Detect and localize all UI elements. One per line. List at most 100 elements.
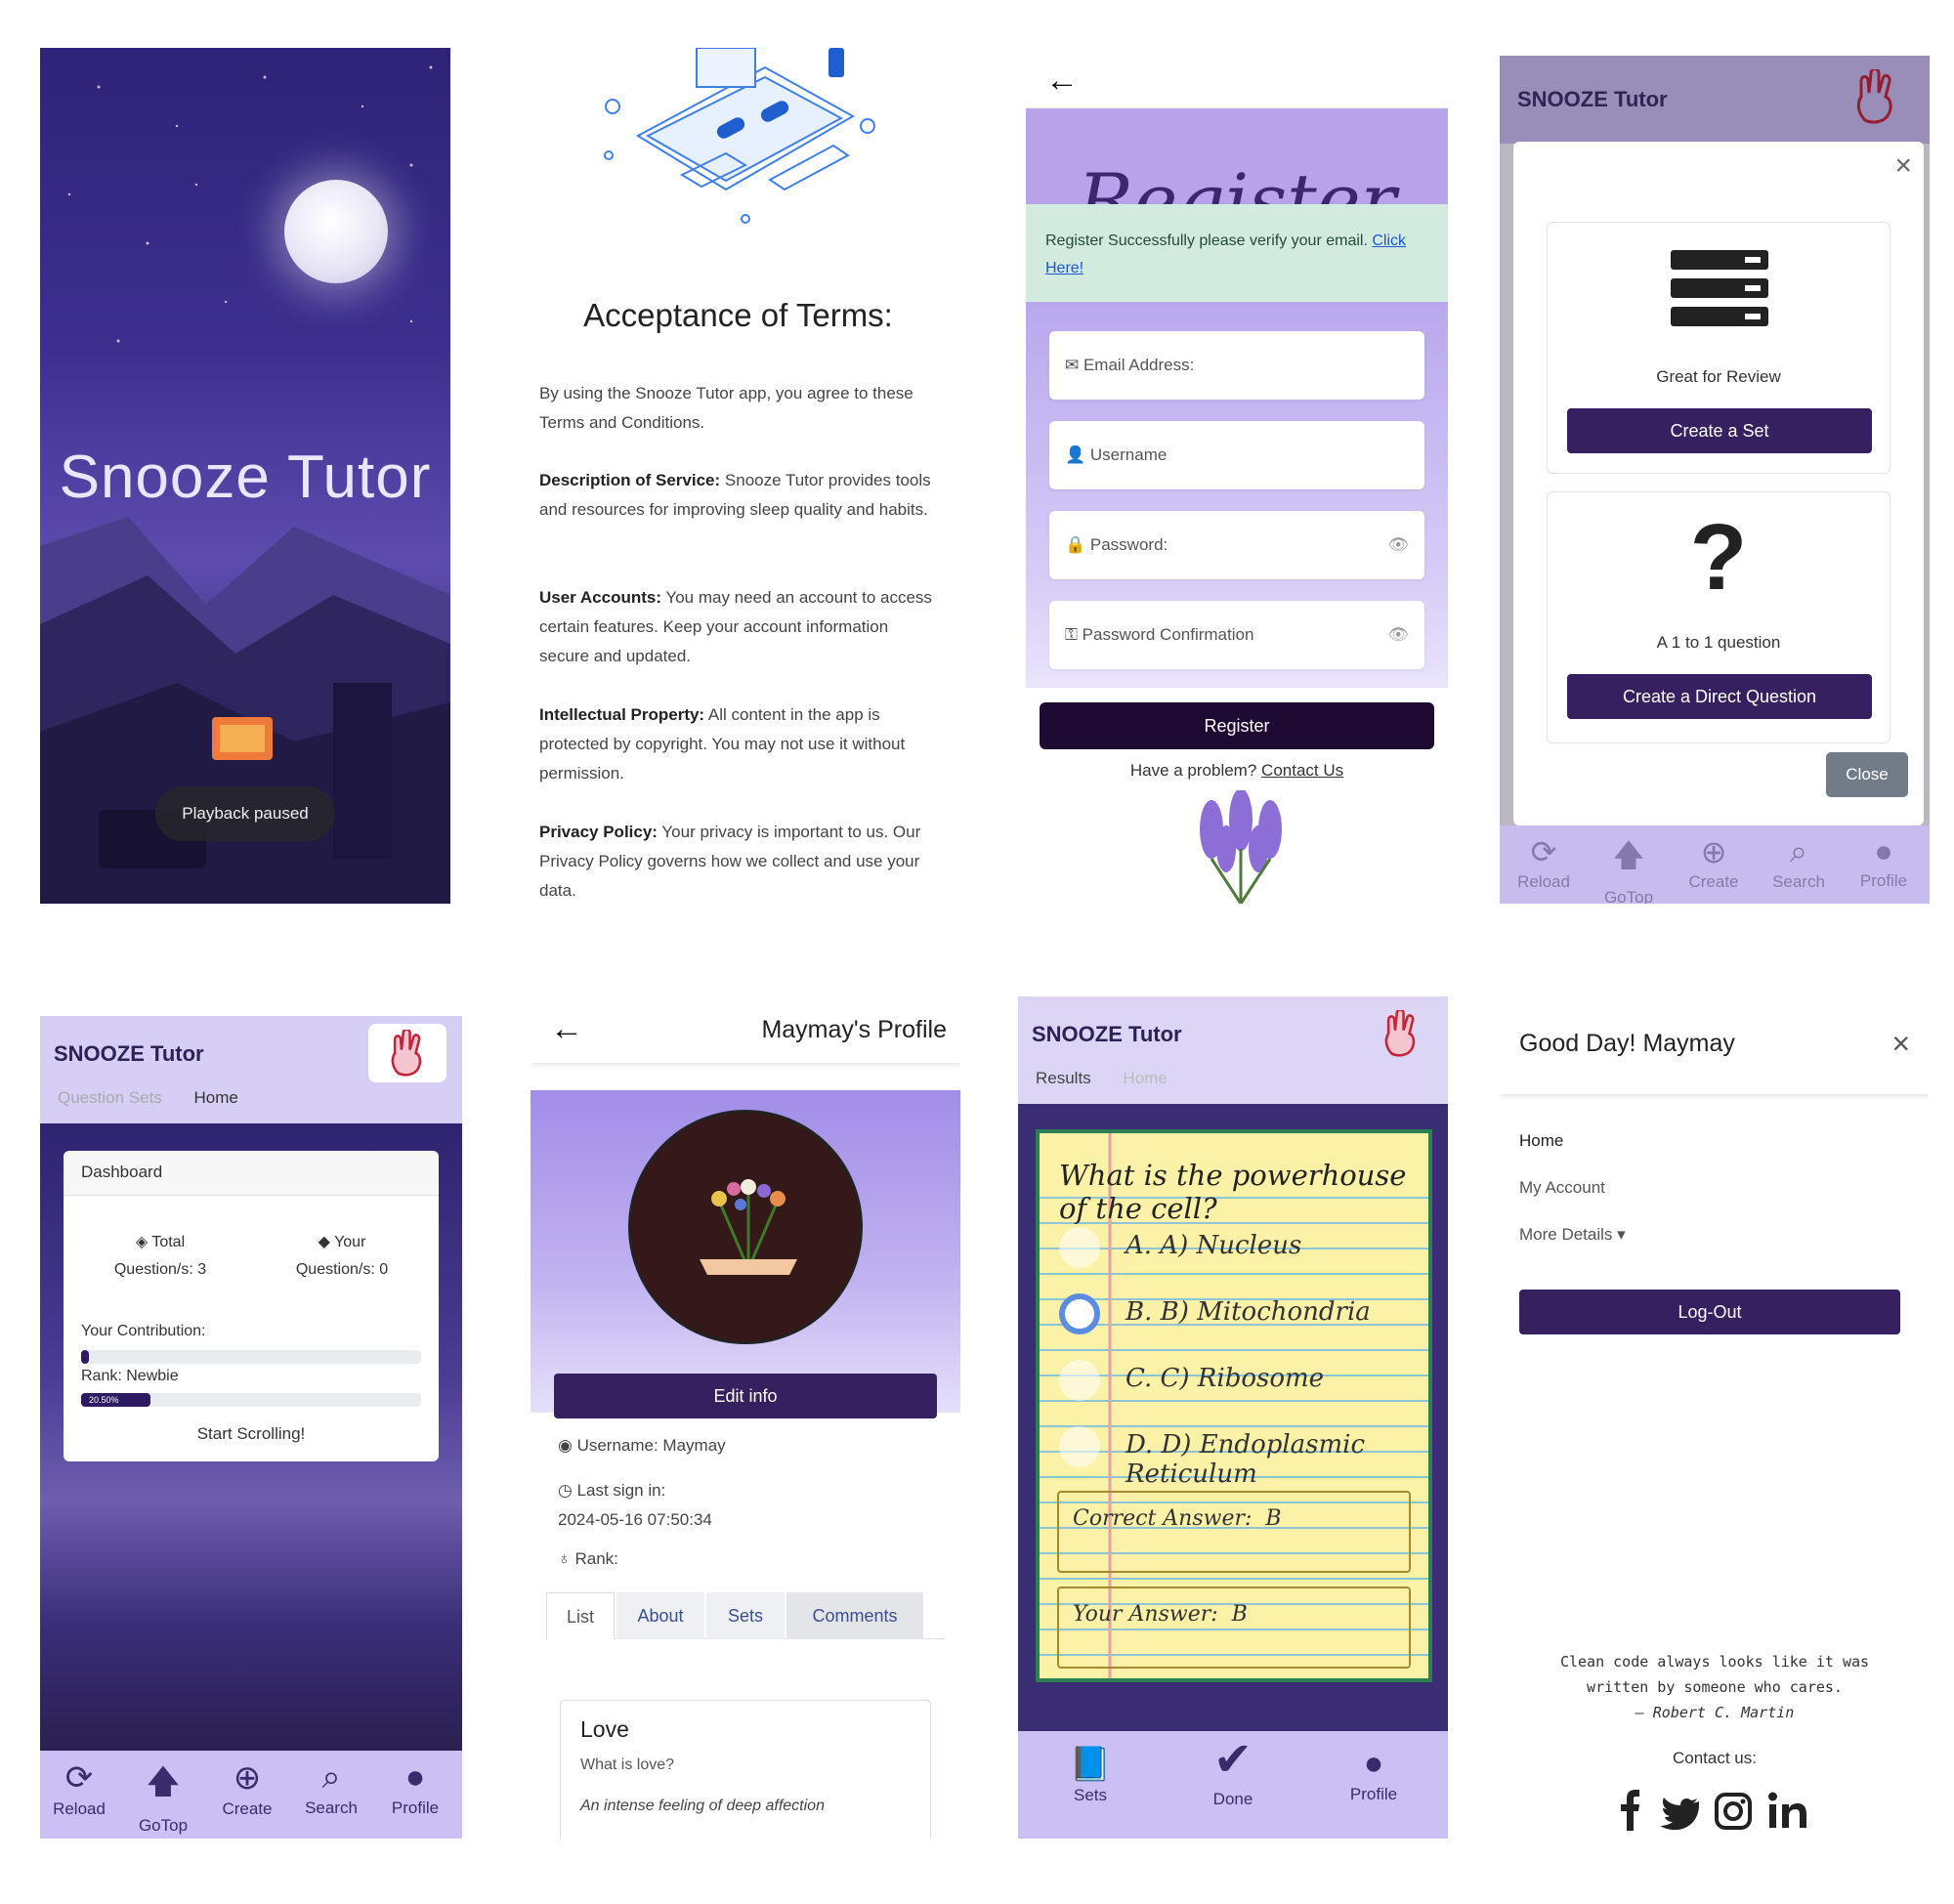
linkedin-icon[interactable] [1768, 1792, 1806, 1829]
reload-icon: ⟳ [1530, 834, 1557, 869]
dashboard-screen: SNOOZE Tutor Question Sets Home Dashboar… [40, 1016, 462, 1839]
eye-icon[interactable]: 👁 [1387, 601, 1409, 669]
terms-intro: By using the Snooze Tutor app, you agree… [539, 384, 913, 432]
nav-label: Search [305, 1798, 358, 1817]
flashcard[interactable]: Love What is love? An intense feeling of… [560, 1700, 931, 1839]
username-field[interactable]: 👤 Username [1049, 421, 1424, 489]
nav-sets[interactable]: 📘 Sets [1051, 1745, 1129, 1805]
problem-text: Have a problem? [1129, 761, 1257, 780]
section-label: Intellectual Property: [539, 705, 705, 724]
edit-info-button[interactable]: Edit info [554, 1374, 937, 1418]
radio-option-d[interactable] [1059, 1426, 1100, 1467]
close-icon[interactable]: × [1891, 1026, 1910, 1062]
tab-list[interactable]: List [546, 1592, 615, 1639]
menu-item-home[interactable]: Home [1519, 1131, 1563, 1151]
nav-done[interactable]: ✔ Done [1194, 1733, 1272, 1809]
nav-create[interactable]: ⊕ Create [208, 1758, 286, 1819]
eye-icon[interactable]: 👁 [1387, 511, 1409, 579]
contact-label: Contact us: [1673, 1749, 1757, 1767]
close-button[interactable]: Close [1826, 752, 1908, 797]
contact-link[interactable]: Contact Us [1261, 761, 1343, 780]
book-icon: 📘 [1069, 1746, 1112, 1783]
hand-button[interactable] [368, 1024, 446, 1082]
close-icon[interactable]: × [1894, 149, 1912, 183]
plus-circle-icon: ⊕ [233, 1759, 262, 1797]
nav-profile[interactable]: ● Profile [1845, 833, 1923, 891]
logout-button[interactable]: Log-Out [1519, 1290, 1900, 1334]
password-field[interactable]: 🔒 Password: 👁 [1049, 511, 1424, 579]
avatar [628, 1110, 863, 1344]
username-info: ◉ Username: Maymay [558, 1436, 726, 1456]
back-arrow-icon[interactable]: ← [550, 1010, 583, 1048]
tab-about[interactable]: About [616, 1592, 704, 1639]
nav-gotop[interactable]: 🡅 GoTop [1590, 833, 1668, 904]
playback-toast: Playback paused [155, 786, 335, 841]
register-button[interactable]: Register [1040, 702, 1434, 749]
twitter-icon[interactable] [1660, 1798, 1699, 1831]
moon [284, 180, 388, 283]
password-confirm-field[interactable]: ⚿ Password Confirmation 👁 [1049, 601, 1424, 669]
quote: Clean code always looks like it was writ… [1500, 1649, 1930, 1725]
tab-home[interactable]: Home [194, 1088, 238, 1107]
brand-title: SNOOZE Tutor [54, 1041, 204, 1066]
mountain-scene [40, 517, 450, 904]
nav-label: Profile [1859, 871, 1908, 890]
nav-label: Sets [1073, 1786, 1108, 1804]
nav-search[interactable]: ⌕ Search [292, 1758, 370, 1818]
tab-results[interactable]: Results [1036, 1069, 1091, 1087]
radio-option-b[interactable] [1059, 1293, 1100, 1334]
menu-item-my-account[interactable]: My Account [1519, 1178, 1605, 1198]
back-arrow-icon[interactable]: ← [1045, 62, 1079, 100]
nav-profile[interactable]: ● Profile [376, 1758, 454, 1818]
top-bar: ← [1026, 48, 1448, 108]
section-label: Privacy Policy: [539, 823, 658, 841]
success-alert: Register Successfully please verify your… [1026, 204, 1448, 302]
start-scrolling[interactable]: Start Scrolling! [64, 1424, 439, 1444]
nav-gotop[interactable]: 🡅 GoTop [124, 1758, 202, 1836]
option-a[interactable]: A. A) Nucleus [1126, 1231, 1301, 1260]
profile-screen: ← Maymay's Profile Edit info ◉ Username:… [531, 996, 960, 1839]
terms-section: Intellectual Property: All content in th… [539, 700, 940, 788]
arrow-up-icon: 🡅 [146, 1763, 181, 1800]
nav-label: Profile [391, 1798, 440, 1817]
facebook-icon[interactable] [1621, 1790, 1639, 1831]
password-placeholder: Password: [1089, 535, 1168, 554]
card-question: What is love? [580, 1756, 675, 1773]
email-field[interactable]: ✉ Email Address: [1049, 331, 1424, 400]
bouquet-image [700, 1179, 797, 1275]
nav-create[interactable]: ⊕ Create [1675, 833, 1753, 892]
tab-home[interactable]: Home [1123, 1069, 1167, 1087]
nav-reload[interactable]: ⟳ Reload [1505, 833, 1583, 892]
your-answer-box: Your Answer: B [1057, 1587, 1411, 1669]
rank-fill: 20.50% [81, 1393, 151, 1407]
reload-icon: ⟳ [64, 1759, 94, 1797]
total-stat: ◈ Total Question/s: 3 [77, 1229, 243, 1284]
tab-question-sets[interactable]: Question Sets [58, 1088, 162, 1107]
alert-text: Register Successfully please verify your… [1045, 233, 1368, 249]
create-set-button[interactable]: Create a Set [1567, 408, 1872, 453]
check-circle-icon: ✔ [1212, 1734, 1253, 1786]
nav-search[interactable]: ⌕ Search [1760, 833, 1838, 892]
tab-comments[interactable]: Comments [786, 1592, 923, 1639]
nav-reload[interactable]: ⟳ Reload [40, 1758, 118, 1819]
menu-item-more-details[interactable]: More Details ▾ [1519, 1225, 1626, 1245]
terms-screen: Acceptance of Terms: By using the Snooze… [531, 48, 946, 904]
problem-line: Have a problem? Contact Us [1026, 761, 1448, 781]
instagram-icon[interactable] [1715, 1793, 1752, 1830]
radio-option-a[interactable] [1059, 1227, 1100, 1268]
option-d[interactable]: D. D) Endoplasmic Reticulum [1126, 1430, 1428, 1489]
option-c[interactable]: C. C) Ribosome [1126, 1364, 1324, 1393]
create-question-button[interactable]: Create a Direct Question [1567, 674, 1872, 719]
user-icon: 👤 [1065, 445, 1090, 464]
profile-tabs: List About Sets Comments [546, 1592, 945, 1639]
nav-label: Profile [1349, 1785, 1398, 1803]
radio-option-c[interactable] [1059, 1360, 1100, 1401]
nav-label: GoTop [138, 1816, 189, 1835]
tab-sets[interactable]: Sets [706, 1592, 785, 1639]
option-b[interactable]: B. B) Mitochondria [1126, 1297, 1371, 1327]
quiz-question: What is the powerhouse of the cell? [1059, 1159, 1407, 1225]
card-answer: An intense feeling of deep affection [580, 1798, 825, 1814]
terms-section: User Accounts: You may need an account t… [539, 583, 940, 671]
nav-profile[interactable]: ● Profile [1335, 1745, 1413, 1804]
app-header: SNOOZE Tutor Question Sets Home [40, 1016, 462, 1123]
